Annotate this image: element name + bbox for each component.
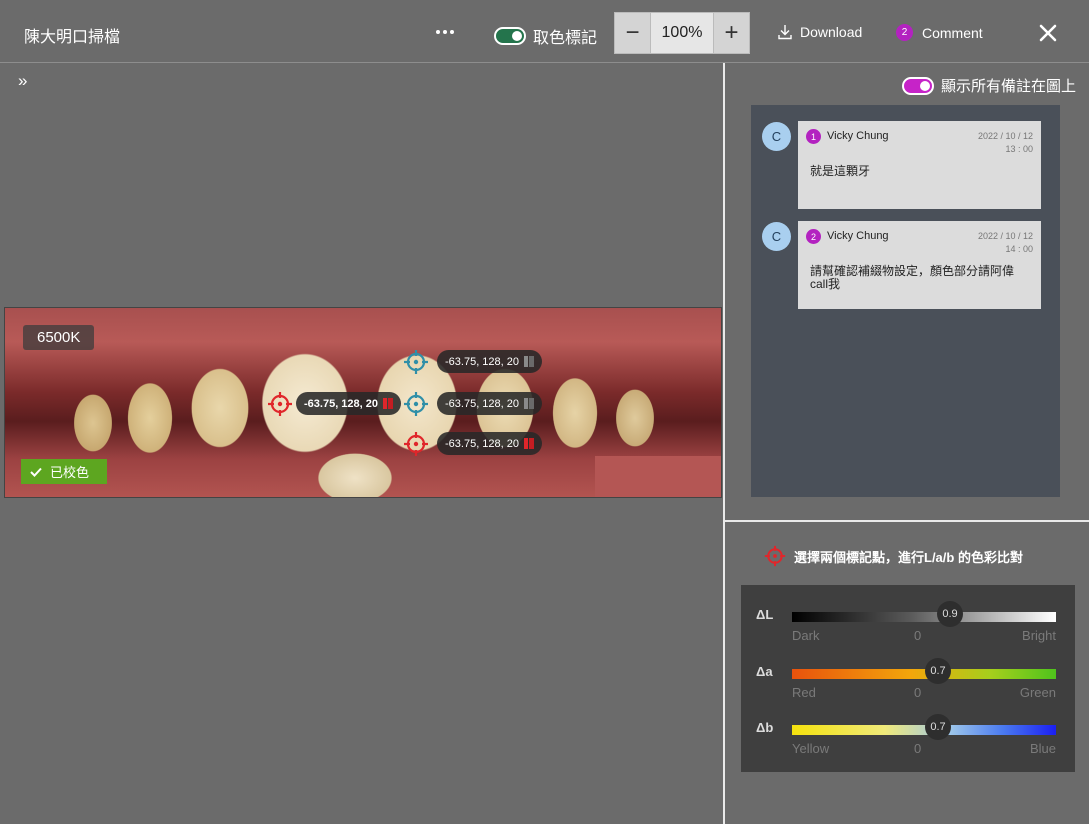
- marker-pin-icon: [524, 438, 535, 449]
- comment-label: Comment: [922, 24, 983, 41]
- comment-text: 就是這顆牙: [810, 164, 871, 178]
- color-mark-toggle[interactable]: 取色標記: [494, 24, 597, 48]
- comment-author: Vicky Chung: [827, 230, 889, 242]
- lab-value-knob: 0.7: [925, 658, 951, 684]
- comment-date: 2022 / 10 / 12: [977, 131, 1033, 141]
- close-icon: [1039, 24, 1057, 42]
- color-compare-text: 選擇兩個標記點，進行L/a/b 的色彩比對: [794, 549, 1023, 565]
- crosshair-marker-icon[interactable]: [267, 391, 293, 417]
- comment-card[interactable]: 2 Vicky Chung 2022 / 10 / 12 14 : 00 請幫確…: [798, 221, 1041, 309]
- calibrated-badge: 已校色: [21, 459, 107, 484]
- lab-comparison-panel: ΔL 0.9 Dark 0 Bright Δa 0.7 Red 0 Green …: [741, 585, 1075, 772]
- download-button[interactable]: Download: [777, 24, 862, 40]
- pane-divider: [723, 63, 725, 824]
- comments-panel: C 1 Vicky Chung 2022 / 10 / 12 13 : 00 就…: [751, 105, 1060, 497]
- show-all-label: 顯示所有備註在圖上: [941, 78, 1077, 95]
- comment-author: Vicky Chung: [827, 130, 889, 142]
- marker-value: -63.75, 128, 20: [445, 355, 520, 368]
- zoom-level[interactable]: 100%: [651, 12, 713, 54]
- marker-value-label: -63.75, 128, 20: [437, 432, 543, 455]
- lab-mid-label: 0: [914, 741, 922, 756]
- top-bar: 陳大明口掃檔 取色標記 − 100% + Download 2 Comment: [0, 0, 1089, 63]
- lab-left-label: Red: [792, 685, 816, 700]
- lab-name: Δb: [756, 720, 774, 735]
- color-temperature-badge: 6500K: [23, 325, 95, 350]
- marker-value: -63.75, 128, 20: [445, 437, 520, 450]
- show-all-comments-toggle[interactable]: 顯示所有備註在圖上: [902, 75, 1076, 96]
- comment-number-badge: 2: [806, 229, 821, 244]
- marker-pin-icon: [383, 398, 394, 409]
- section-divider: [725, 520, 1089, 522]
- toggle-switch[interactable]: [494, 27, 526, 45]
- calibrated-label: 已校色: [50, 465, 90, 480]
- expand-sidebar-button[interactable]: »: [18, 71, 27, 91]
- lab-name: Δa: [756, 664, 773, 679]
- crosshair-marker-icon[interactable]: [403, 431, 429, 457]
- lab-mid-label: 0: [914, 628, 922, 643]
- marker-value-label: -63.75, 128, 20: [296, 392, 402, 415]
- color-compare-title: 選擇兩個標記點，進行L/a/b 的色彩比對: [764, 545, 1023, 567]
- lab-right-label: Bright: [1022, 628, 1056, 643]
- lab-name: ΔL: [756, 607, 774, 622]
- crosshair-icon: [764, 545, 786, 567]
- zoom-in-button[interactable]: +: [713, 12, 750, 54]
- download-label: Download: [800, 24, 863, 40]
- more-horizontal-icon: [436, 30, 440, 34]
- avatar: C: [762, 222, 791, 251]
- comment-number-badge: 1: [806, 129, 821, 144]
- lightness-bar: [792, 612, 1056, 622]
- lab-mid-label: 0: [914, 685, 922, 700]
- red-green-bar: [792, 669, 1056, 679]
- file-title: 陳大明口掃檔: [24, 29, 121, 46]
- crosshair-marker-icon[interactable]: [403, 391, 429, 417]
- check-icon: [30, 467, 42, 477]
- comment-count-badge: 2: [896, 24, 913, 41]
- comment-time: 14 : 00: [1005, 244, 1033, 254]
- marker-pin-icon: [524, 356, 535, 367]
- yellow-blue-bar: [792, 725, 1056, 735]
- marker-value-label: -63.75, 128, 20: [437, 392, 543, 415]
- zoom-control: − 100% +: [614, 12, 750, 54]
- lab-row-l: ΔL 0.9 Dark 0 Bright: [741, 587, 1075, 643]
- lab-value-knob: 0.7: [925, 714, 951, 740]
- lab-value-knob: 0.9: [937, 601, 963, 627]
- close-button[interactable]: [1038, 23, 1058, 43]
- lab-left-label: Dark: [792, 628, 820, 643]
- lab-right-label: Blue: [1029, 741, 1056, 756]
- toggle-switch[interactable]: [902, 76, 934, 95]
- comment-date: 2022 / 10 / 12: [977, 231, 1033, 241]
- marker-value: -63.75, 128, 20: [445, 397, 520, 410]
- comment-button[interactable]: 2 Comment: [896, 24, 983, 41]
- color-swatch: [595, 456, 721, 497]
- more-options-button[interactable]: [432, 20, 458, 44]
- zoom-out-button[interactable]: −: [614, 12, 651, 54]
- comment-card[interactable]: 1 Vicky Chung 2022 / 10 / 12 13 : 00 就是這…: [798, 121, 1041, 209]
- intraoral-scan-image[interactable]: 6500K 已校色 -63.75, 128, 20 -63.75, 128, 2…: [4, 307, 722, 498]
- crosshair-marker-icon[interactable]: [403, 349, 429, 375]
- color-mark-label: 取色標記: [533, 30, 598, 47]
- comment-text: 請幫確認補綴物設定，顏色部分請阿偉call我: [810, 264, 1015, 291]
- lab-row-b: Δb 0.7 Yellow 0 Blue: [741, 700, 1075, 756]
- marker-value: -63.75, 128, 20: [304, 397, 379, 410]
- marker-pin-icon: [524, 398, 535, 409]
- download-icon: [778, 25, 792, 40]
- lab-left-label: Yellow: [792, 741, 830, 756]
- lab-row-a: Δa 0.7 Red 0 Green: [741, 644, 1075, 700]
- lab-right-label: Green: [1019, 685, 1056, 700]
- avatar: C: [762, 122, 791, 151]
- marker-value-label: -63.75, 128, 20: [437, 350, 543, 373]
- comment-time: 13 : 00: [1005, 144, 1033, 154]
